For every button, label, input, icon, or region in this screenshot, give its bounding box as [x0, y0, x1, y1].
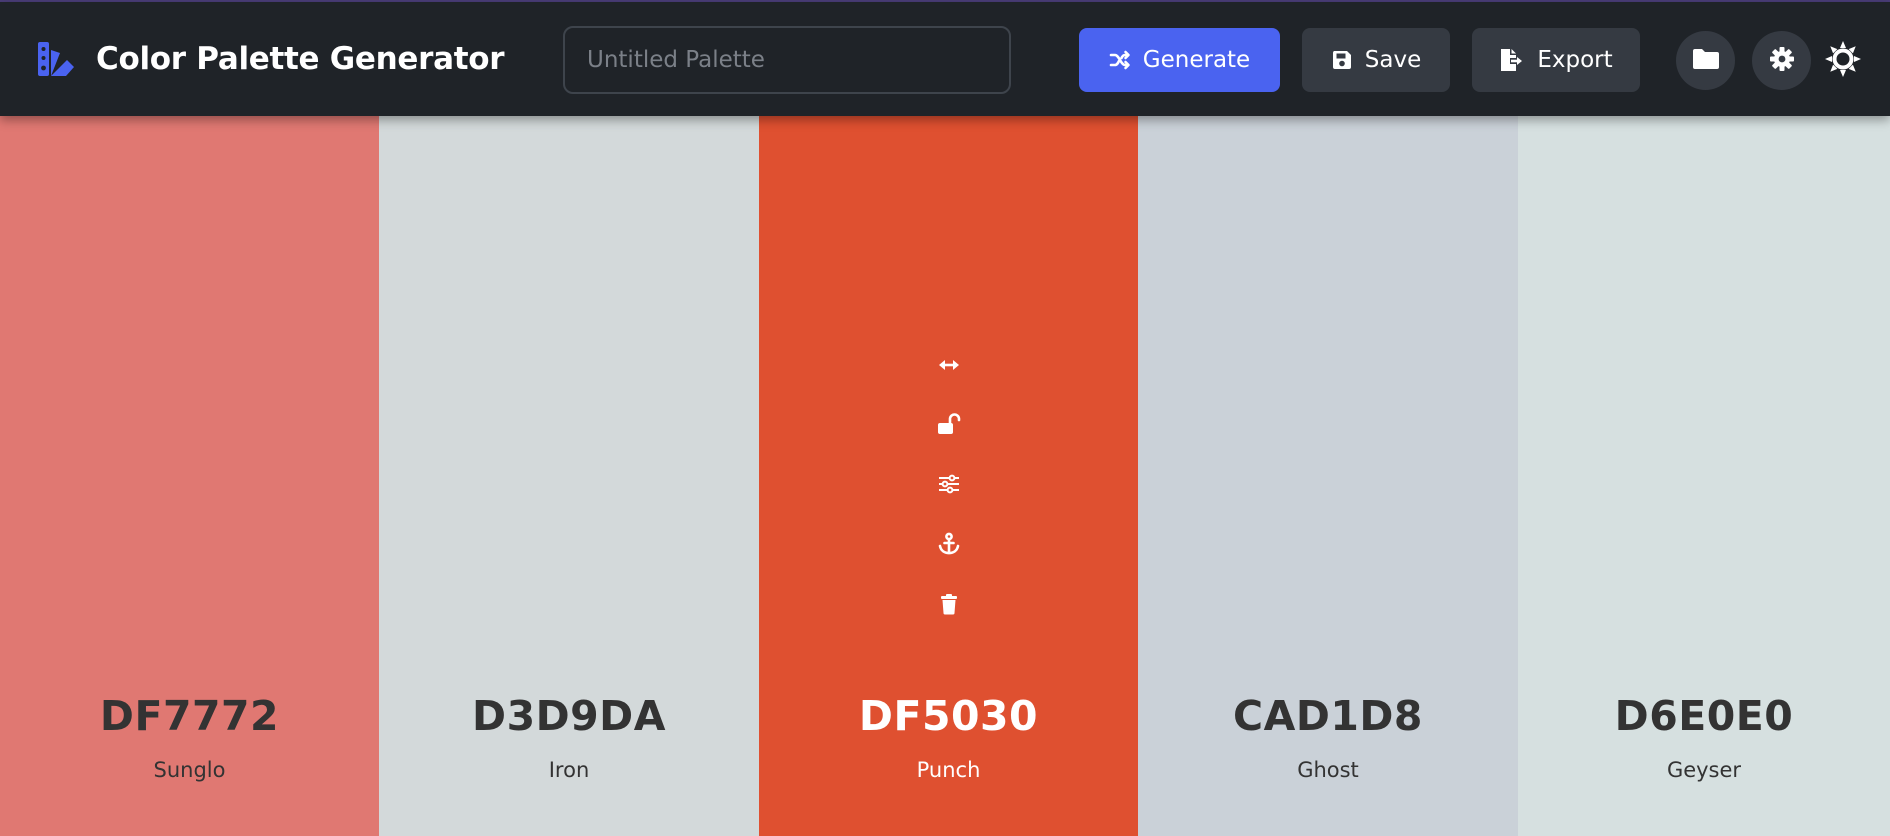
trash-icon [940, 593, 958, 619]
export-icon [1499, 48, 1525, 72]
color-swatch-3[interactable]: DF5030 Punch [759, 116, 1138, 836]
app-title: Color Palette Generator [96, 41, 505, 77]
generate-button[interactable]: Generate [1079, 28, 1280, 92]
generate-button-label: Generate [1142, 47, 1251, 73]
hex-code[interactable]: D6E0E0 [1518, 692, 1890, 740]
color-name: Iron [548, 758, 590, 782]
palette-swatches: DF7772 Sunglo D3D9DA Iron DF5030 Punch C… [0, 116, 1890, 836]
color-name: Ghost [1297, 758, 1359, 782]
save-icon [1331, 49, 1353, 71]
palette-logo-icon [36, 40, 76, 80]
swatch-tools [759, 346, 1138, 646]
app-header: Color Palette Generator Generate Save [0, 2, 1890, 116]
color-name: Punch [916, 758, 981, 782]
settings-button[interactable] [1752, 31, 1811, 90]
anchor-icon [937, 532, 961, 560]
drag-icon [937, 357, 961, 376]
color-name: Sunglo [153, 758, 226, 782]
sliders-icon [938, 474, 960, 498]
drag-button[interactable] [929, 346, 969, 386]
hex-code[interactable]: DF7772 [0, 692, 379, 740]
gear-icon [1769, 46, 1795, 76]
unlock-icon [937, 413, 961, 439]
theme-toggle-button[interactable] [1822, 40, 1864, 82]
anchor-button[interactable] [929, 526, 969, 566]
open-folder-button[interactable] [1676, 31, 1735, 90]
sun-icon [1824, 40, 1862, 82]
hex-code[interactable]: D3D9DA [379, 692, 759, 740]
hex-code[interactable]: CAD1D8 [1138, 692, 1518, 740]
adjust-button[interactable] [929, 466, 969, 506]
color-swatch-1[interactable]: DF7772 Sunglo [0, 116, 379, 836]
save-button[interactable]: Save [1302, 28, 1450, 92]
color-name: Geyser [1666, 758, 1742, 782]
hex-code[interactable]: DF5030 [759, 692, 1138, 740]
color-swatch-2[interactable]: D3D9DA Iron [379, 116, 759, 836]
delete-button[interactable] [929, 586, 969, 626]
palette-name-input[interactable] [563, 26, 1011, 94]
export-button[interactable]: Export [1472, 28, 1640, 92]
save-button-label: Save [1364, 47, 1422, 73]
export-button-label: Export [1537, 47, 1613, 73]
folder-icon [1692, 48, 1720, 74]
shuffle-icon [1109, 50, 1131, 70]
lock-toggle-button[interactable] [929, 406, 969, 446]
color-swatch-4[interactable]: CAD1D8 Ghost [1138, 116, 1518, 836]
color-swatch-5[interactable]: D6E0E0 Geyser [1518, 116, 1890, 836]
